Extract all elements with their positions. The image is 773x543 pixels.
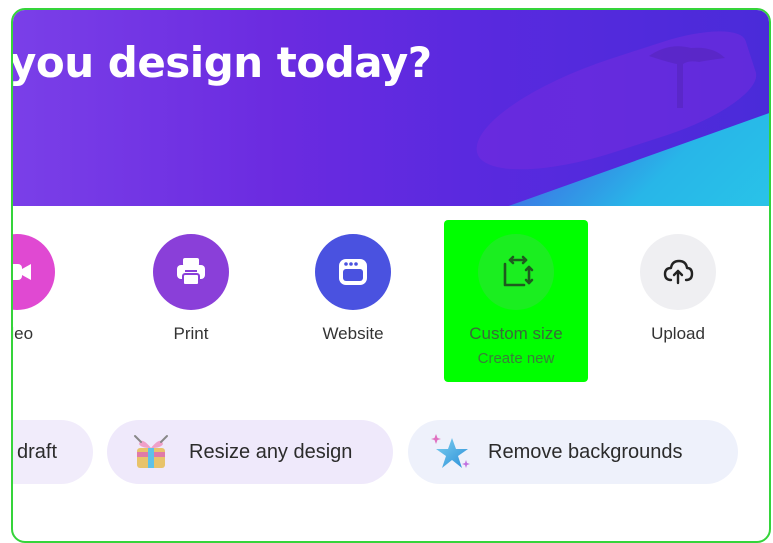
design-shortcuts: ideo Print: [13, 220, 769, 390]
shortcut-label: ideo: [13, 324, 34, 343]
home-panel: you design today? ideo Print: [11, 8, 771, 543]
pill-resize-any-design[interactable]: Resize any design: [107, 420, 393, 484]
pill-remove-backgrounds[interactable]: Remove backgrounds: [408, 420, 738, 484]
video-icon: [13, 234, 55, 310]
printer-icon: [153, 234, 229, 310]
shortcut-upload[interactable]: Upload: [606, 220, 750, 382]
hero-banner: you design today?: [13, 10, 769, 206]
feature-pills: draft Resize any design Remove backgroun…: [13, 420, 769, 486]
shortcut-video[interactable]: ideo: [13, 220, 89, 382]
shortcut-label: Custom size: [469, 324, 563, 343]
browser-window-icon: [315, 234, 391, 310]
shortcut-label: Website: [322, 324, 384, 343]
shortcut-label: Print: [173, 324, 209, 343]
custom-size-icon: [478, 234, 554, 310]
shortcut-print[interactable]: Print: [119, 220, 263, 382]
pill-label: draft: [17, 440, 58, 463]
pill-label: Resize any design: [189, 440, 353, 463]
pill-draft[interactable]: draft: [13, 420, 93, 484]
shortcut-custom-size[interactable]: Custom size Create new: [444, 220, 588, 382]
pill-label: Remove backgrounds: [488, 440, 683, 463]
shortcut-website[interactable]: Website: [281, 220, 425, 382]
shortcut-label: Upload: [651, 324, 705, 343]
resize-gift-icon: [134, 435, 168, 468]
page-title: you design today?: [13, 38, 432, 87]
shortcut-sublabel: Create new: [477, 350, 555, 367]
sparkle-star-icon: [431, 434, 470, 468]
tree-silhouette-icon: [649, 46, 725, 108]
cloud-upload-icon: [640, 234, 716, 310]
